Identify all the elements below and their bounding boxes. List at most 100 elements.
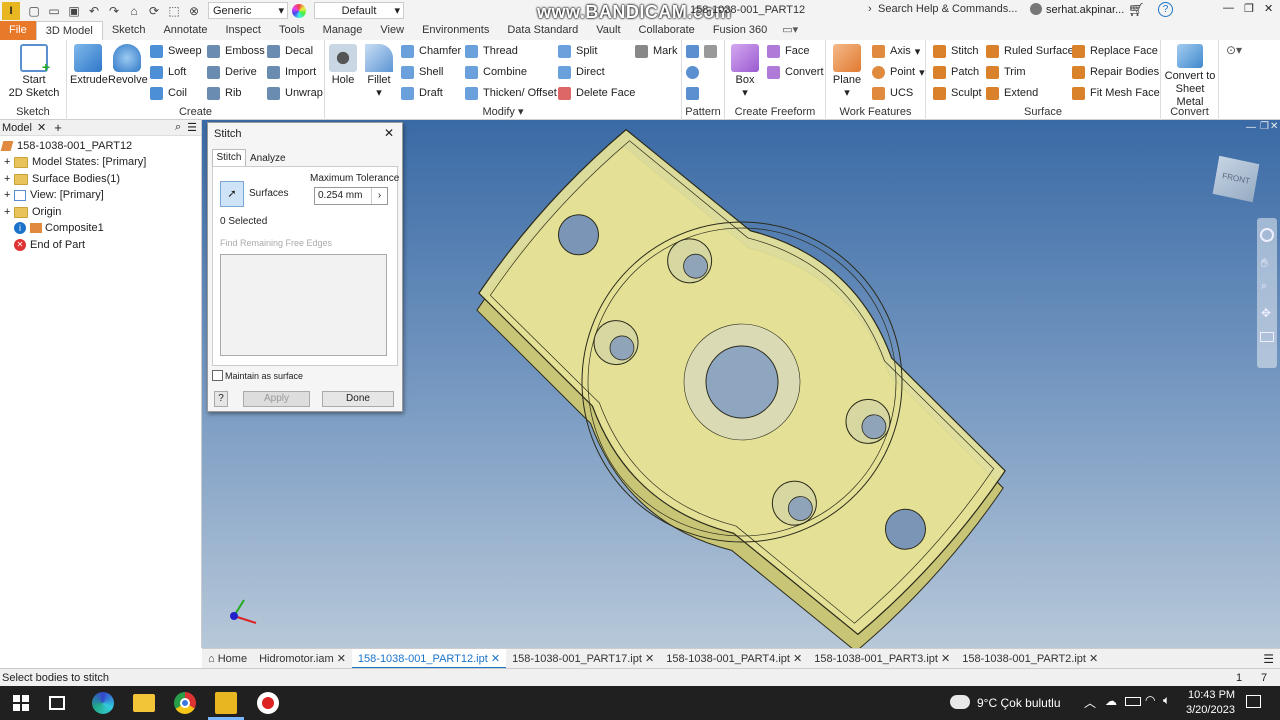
close-icon[interactable]: ✕ [793,653,802,665]
material-select[interactable]: Default ▾ [314,2,404,19]
tolerance-input[interactable]: 0.254 mm › [314,187,388,205]
tree-item-composite[interactable]: i Composite1 [14,220,104,236]
surfaces-select-button[interactable]: ➚ [220,181,244,207]
ribbon-settings-icon[interactable]: ⊙▾ [1226,43,1242,57]
modify-panel-label[interactable]: Modify ▾ [325,105,681,118]
ucs-button[interactable]: UCS [872,84,913,102]
help-button[interactable]: ? [214,391,228,407]
close-circle-icon[interactable]: ⊗ [186,4,202,18]
browser-tab-model[interactable]: Model [2,122,32,134]
box-button[interactable]: Box ▾ [729,44,761,100]
open-folder-icon[interactable]: ▭ [46,4,62,18]
sketch-pattern-button[interactable] [686,84,704,102]
color-wheel-icon[interactable] [292,3,306,18]
search-input[interactable]: › Search Help & Commands... [868,1,1023,18]
task-view-icon[interactable] [49,696,65,710]
delete-face-button[interactable]: Delete Face [558,84,635,102]
expand-icon[interactable]: + [4,189,14,201]
maximize-icon[interactable]: ❐ [1244,2,1254,15]
user-icon[interactable] [1030,3,1042,15]
tree-item-surface-bodies[interactable]: + Surface Bodies(1) [4,171,120,187]
maintain-surface-checkbox[interactable] [212,370,223,381]
close-icon[interactable]: ✕ [37,121,46,134]
cloud-icon[interactable]: ☁︎ [1105,694,1117,708]
hole-button[interactable]: Hole [327,44,359,87]
tab-view[interactable]: View [371,21,413,40]
decal-button[interactable]: Decal [267,42,313,60]
mark-button[interactable]: Mark [635,42,677,60]
doc-tab-hidromotor[interactable]: Hidromotor.iam ✕ [253,649,352,669]
rib-button[interactable]: Rib [207,84,242,102]
expand-icon[interactable]: + [4,156,14,168]
plane-button[interactable]: Plane ▾ [830,44,864,100]
search-icon[interactable]: ⌕ [175,121,181,134]
tree-item-model-states[interactable]: + Model States: [Primary] [4,154,146,170]
tab-environments[interactable]: Environments [413,21,498,40]
tab-data-standard[interactable]: Data Standard [498,21,587,40]
tray-overflow-icon[interactable]: ︿ [1084,694,1096,711]
tab-fusion-360[interactable]: Fusion 360 [704,21,776,40]
close-icon[interactable]: ✕ [1264,2,1273,15]
combine-button[interactable]: Combine [465,63,527,81]
convert-sheet-metal-button[interactable]: Convert to Sheet Metal [1161,44,1219,109]
apply-button[interactable]: Apply [243,391,310,407]
tab-analyze[interactable]: Analyze [248,151,288,167]
shell-button[interactable]: Shell [401,63,443,81]
tab-3d-model[interactable]: 3D Model [35,21,103,40]
close-icon[interactable]: ✕ [941,653,950,665]
expand-icon[interactable]: + [4,173,14,185]
viewport-restore-icon[interactable]: ❐ [1260,121,1269,132]
speaker-icon[interactable]: 🔈︎ [1163,693,1170,708]
face-button[interactable]: Face [767,42,809,60]
bandicam-record-icon[interactable] [257,692,279,714]
home-icon[interactable]: ⌂ [126,4,142,18]
tree-item-origin[interactable]: + Origin [4,204,61,220]
add-tab-button[interactable]: + [54,120,62,135]
clock-date[interactable]: 3/20/2023 [1186,704,1235,716]
minimize-icon[interactable]: — [1223,2,1234,14]
done-button[interactable]: Done [322,391,394,407]
loft-button[interactable]: Loft [150,63,186,81]
update-icon[interactable]: ⟳ [146,4,162,18]
close-icon[interactable]: ✕ [337,653,346,665]
ruled-surface-button[interactable]: Ruled Surface [986,42,1074,60]
tab-stitch[interactable]: Stitch [212,149,246,166]
draft-button[interactable]: Draft [401,84,443,102]
dialog-close-icon[interactable]: ✕ [384,126,394,140]
doc-tab-part17[interactable]: 158-1038-001_PART17.ipt ✕ [506,649,660,669]
doc-tab-home[interactable]: ⌂ Home [202,649,253,669]
zoom-icon[interactable]: ⌕ [1261,280,1267,293]
replace-face-button[interactable]: Replace Face [1072,42,1158,60]
fit-mesh-face-button[interactable]: Fit Mesh Face [1072,84,1160,102]
edge-browser-icon[interactable] [92,692,114,714]
tree-root[interactable]: 158-1038-001_PART12 [0,138,132,154]
close-icon[interactable]: ✕ [491,653,500,665]
rectangular-pattern-button[interactable] [686,42,722,60]
viewport-minimize-icon[interactable]: — [1246,122,1256,133]
doc-tab-part2[interactable]: 158-1038-001_PART2.ipt ✕ [956,649,1104,669]
chrome-icon[interactable] [174,692,196,714]
app-icon[interactable]: I [2,1,20,20]
thread-button[interactable]: Thread [465,42,518,60]
close-icon[interactable]: ✕ [1089,653,1098,665]
tree-item-view[interactable]: + View: [Primary] [4,187,104,203]
close-icon[interactable]: ✕ [645,653,654,665]
undo-icon[interactable]: ↶ [86,4,102,18]
coil-button[interactable]: Coil [150,84,187,102]
doc-tab-part12[interactable]: 158-1038-001_PART12.ipt ✕ [351,648,507,669]
import-button[interactable]: Import [267,63,316,81]
tabs-menu-icon[interactable]: ☰ [1263,652,1274,666]
new-file-icon[interactable]: ▢ [26,4,42,18]
weather-text[interactable]: 9°C Çok bulutlu [977,696,1061,710]
appearance-select[interactable]: Generic ▾ [208,2,288,19]
save-icon[interactable]: ▣ [66,4,82,18]
thicken-offset-button[interactable]: Thicken/ Offset [465,84,557,102]
look-at-icon[interactable] [1260,332,1274,342]
steering-wheel-icon[interactable] [1260,228,1274,242]
repair-bodies-button[interactable]: Repair Bodies [1072,63,1159,81]
viewcube[interactable]: FRONT [1212,155,1260,203]
tab-annotate[interactable]: Annotate [154,21,216,40]
derive-button[interactable]: Derive [207,63,257,81]
chamfer-button[interactable]: Chamfer [401,42,461,60]
tab-manage[interactable]: Manage [314,21,372,40]
